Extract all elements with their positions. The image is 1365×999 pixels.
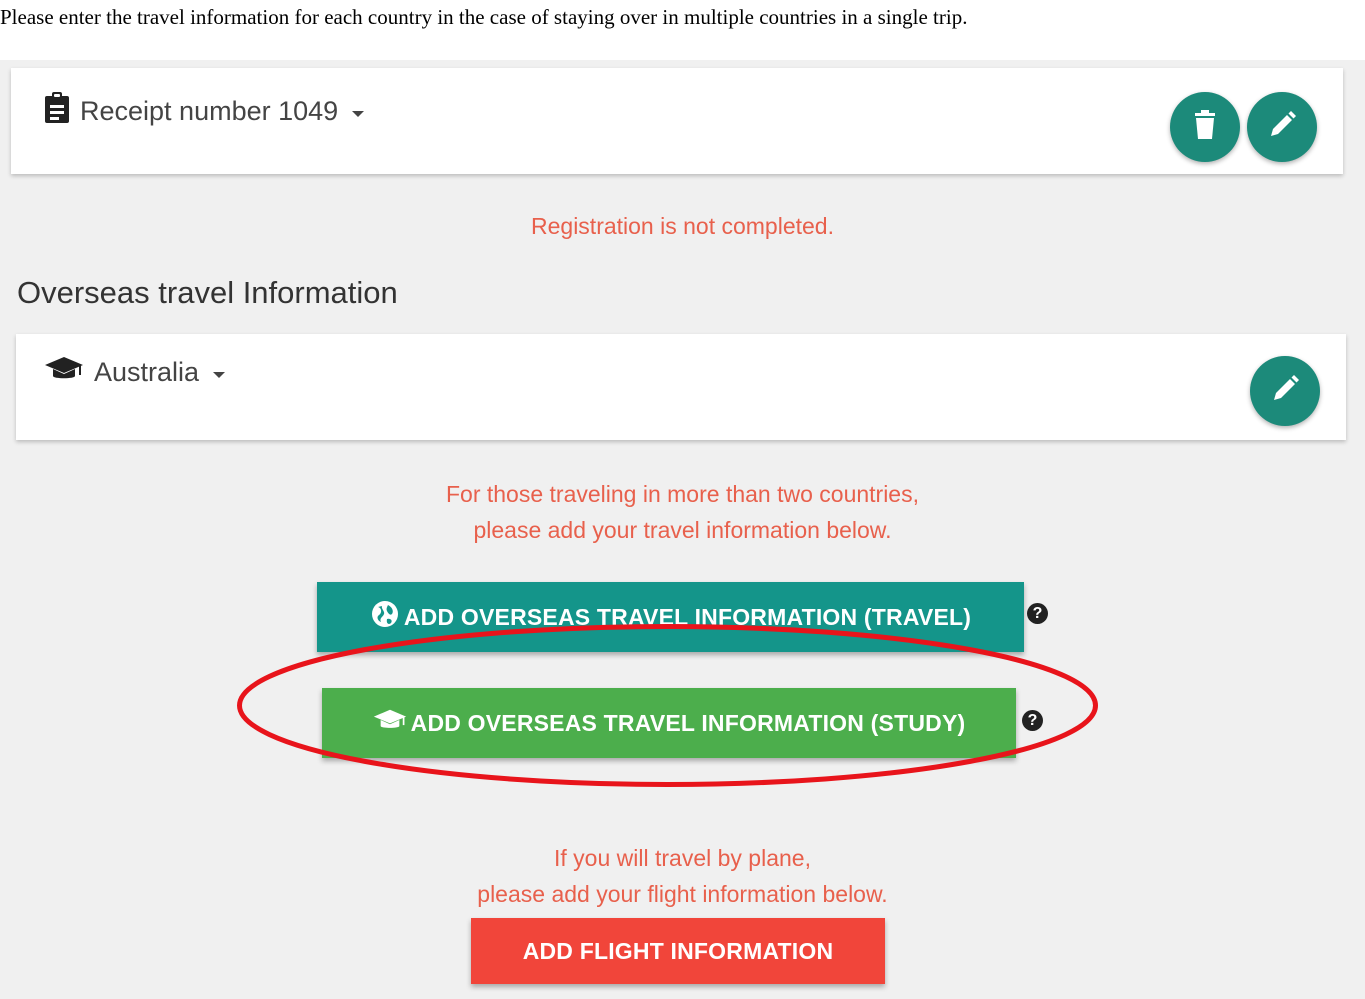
notice-line: For those traveling in more than two cou… xyxy=(445,481,919,507)
chevron-down-icon xyxy=(213,371,226,378)
country-dropdown[interactable]: Australia xyxy=(44,356,226,389)
add-study-label: ADD OVERSEAS TRAVEL INFORMATION (STUDY) xyxy=(410,709,966,736)
trash-icon xyxy=(1192,109,1218,145)
notice-line: If you will travel by plane, xyxy=(554,845,811,871)
edit-receipt-button[interactable] xyxy=(1247,92,1317,162)
add-flight-label: ADD FLIGHT INFORMATION xyxy=(522,937,834,964)
receipt-dropdown[interactable]: Receipt number 1049 xyxy=(44,92,365,131)
delete-receipt-button[interactable] xyxy=(1170,92,1240,162)
notice-line: please add your travel information below… xyxy=(473,517,892,543)
country-name: Australia xyxy=(94,357,200,387)
instruction-text: Please enter the travel information for … xyxy=(0,5,968,29)
section-title-overseas: Overseas travel Information xyxy=(17,275,398,310)
add-flight-info-button[interactable]: ADD FLIGHT INFORMATION xyxy=(471,918,885,984)
chevron-down-icon xyxy=(352,110,365,117)
add-travel-label: ADD OVERSEAS TRAVEL INFORMATION (TRAVEL) xyxy=(403,603,972,630)
add-study-info-button[interactable]: ADD OVERSEAS TRAVEL INFORMATION (STUDY) xyxy=(322,688,1016,758)
notice-line: please add your flight information below… xyxy=(477,881,888,907)
edit-country-button[interactable] xyxy=(1250,356,1320,426)
receipt-title: Receipt number 1049 xyxy=(80,96,339,126)
globe-icon xyxy=(370,599,400,635)
question-circle-icon[interactable]: ? xyxy=(1027,603,1048,624)
app-screenshot: Receipt number 1049 Registration is not … xyxy=(0,60,1365,999)
graduation-cap-icon xyxy=(44,356,84,389)
receipt-card: Receipt number 1049 xyxy=(11,68,1343,174)
question-circle-icon[interactable]: ? xyxy=(1022,710,1043,731)
add-travel-info-button[interactable]: ADD OVERSEAS TRAVEL INFORMATION (TRAVEL) xyxy=(317,582,1024,652)
flight-notice: If you will travel by plane, please add … xyxy=(0,840,1365,912)
pencil-icon xyxy=(1270,374,1300,409)
registration-status: Registration is not completed. xyxy=(531,213,834,239)
country-card: Australia xyxy=(16,334,1346,440)
clipboard-icon xyxy=(44,92,70,131)
multi-country-notice: For those traveling in more than two cou… xyxy=(0,476,1365,548)
graduation-cap-icon xyxy=(373,708,407,738)
pencil-icon xyxy=(1267,110,1297,145)
